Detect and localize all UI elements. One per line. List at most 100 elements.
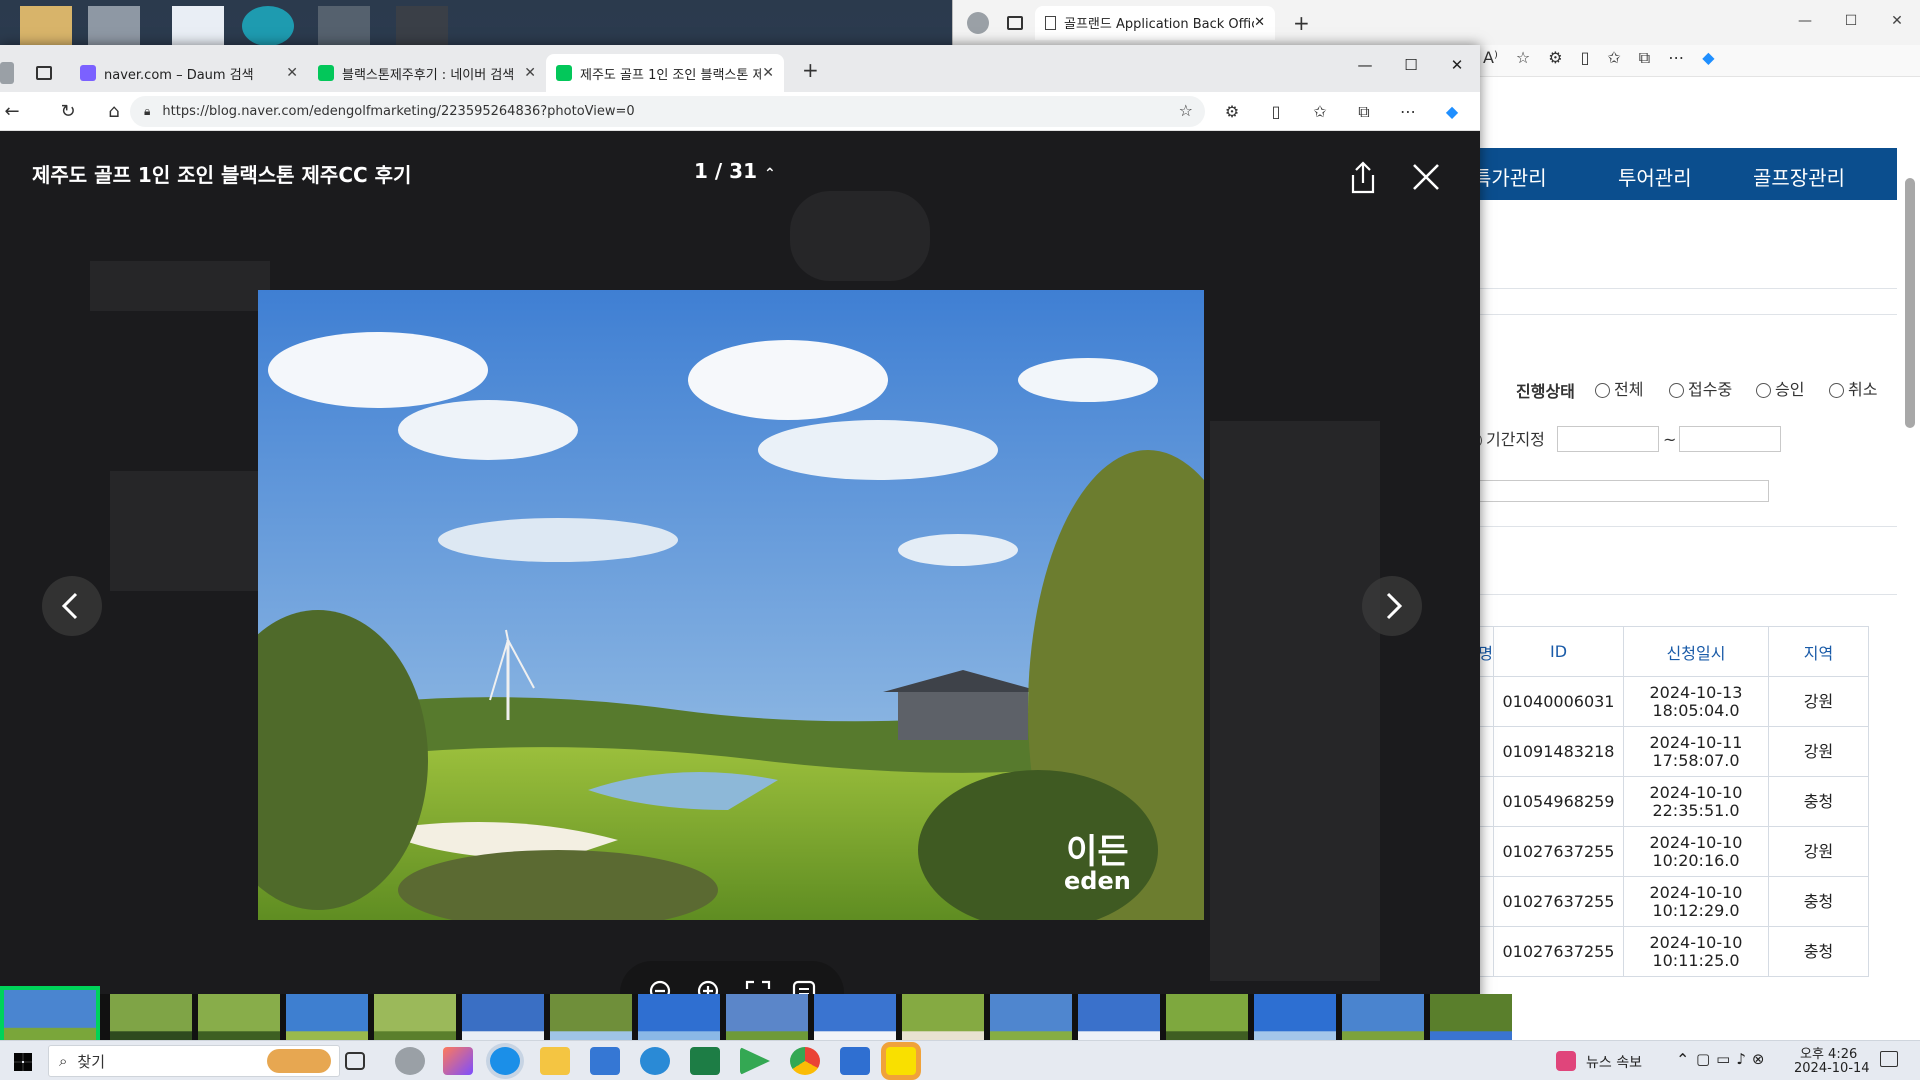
search-label: 찾기: [77, 1052, 106, 1071]
more-icon[interactable]: ⋯: [1668, 48, 1684, 68]
next-photo-button[interactable]: [1362, 576, 1422, 636]
tab-back-office[interactable]: 골프랜드 Application Back Office ✕: [1035, 5, 1275, 40]
notification-icon[interactable]: [1880, 1051, 1898, 1067]
close-tab-icon[interactable]: ✕: [524, 65, 536, 81]
close-button[interactable]: ✕: [1434, 45, 1480, 85]
minimize-button[interactable]: —: [1342, 45, 1388, 85]
nav-item-golf-course[interactable]: 골프장관리: [1753, 162, 1845, 191]
prev-photo-button[interactable]: [42, 576, 102, 636]
chevron-up-icon[interactable]: ⌃: [764, 166, 776, 182]
maximize-button[interactable]: ☐: [1828, 0, 1874, 45]
cell-region: 강원: [1768, 826, 1869, 877]
col-date: 신청일시: [1623, 626, 1769, 677]
windows-start-icon[interactable]: [14, 1053, 32, 1071]
tab-daum-search[interactable]: naver.com – Daum 검색 ✕: [70, 54, 308, 92]
read-aloud-icon[interactable]: A⁾: [1483, 48, 1498, 68]
back-arrow-icon[interactable]: ←: [0, 101, 32, 122]
new-tab-icon[interactable]: +: [802, 58, 819, 82]
more-icon[interactable]: ⋯: [1386, 102, 1430, 121]
table-row[interactable]: 은숙010276372552024-10-1010:11:25.0충청: [1433, 926, 1869, 977]
nav-item-tour[interactable]: 투어관리: [1618, 162, 1692, 191]
collections-icon[interactable]: ⧉: [1342, 102, 1386, 122]
chevron-right-icon: [1386, 592, 1403, 620]
copilot-taskbar-icon[interactable]: [443, 1047, 473, 1075]
desktop-icon-app[interactable]: [242, 6, 294, 46]
vertical-scrollbar[interactable]: [1905, 178, 1915, 428]
nav-item-special[interactable]: 특가관리: [1473, 162, 1547, 191]
extensions-icon[interactable]: ⚙: [1210, 102, 1254, 121]
status-option-all[interactable]: 전체: [1595, 376, 1643, 400]
cell-date: 2024-10-10 10:12:29.0: [1623, 876, 1769, 927]
mail-icon[interactable]: [840, 1047, 870, 1075]
excel-icon[interactable]: [690, 1047, 720, 1075]
col-id: ID: [1493, 626, 1624, 677]
table-row[interactable]: 동식010549682592024-10-1022:35:51.0충청: [1433, 776, 1869, 827]
period-end-input[interactable]: [1679, 426, 1781, 452]
desktop-icon-document[interactable]: [172, 6, 224, 46]
extensions-icon[interactable]: ⚙: [1548, 48, 1562, 68]
desktop-icon-window[interactable]: [396, 6, 448, 46]
close-tab-icon[interactable]: ✕: [286, 65, 298, 81]
tab-actions-icon[interactable]: [1007, 15, 1023, 30]
table-row[interactable]: 성수010914832182024-10-1117:58:07.0강원: [1433, 726, 1869, 777]
share-icon[interactable]: [1348, 161, 1378, 195]
tab-actions-icon[interactable]: [36, 66, 52, 80]
clock-time[interactable]: 오후 4:26: [1800, 1043, 1857, 1062]
edge-taskbar-icon[interactable]: [490, 1047, 520, 1075]
collections-icon[interactable]: ⧉: [1639, 48, 1650, 68]
cell-region: 강원: [1768, 726, 1869, 777]
photo-counter[interactable]: 1 / 31 ⌃: [694, 159, 776, 183]
favorites-icon[interactable]: ✩: [1607, 48, 1620, 68]
minimize-button[interactable]: —: [1782, 0, 1828, 45]
favorite-star-icon[interactable]: ☆: [1179, 101, 1193, 120]
ie-icon[interactable]: [640, 1047, 670, 1075]
store-icon[interactable]: [590, 1047, 620, 1075]
task-view-icon[interactable]: [345, 1052, 365, 1070]
system-tray-icons[interactable]: ▢▭♪⊗: [1696, 1050, 1771, 1068]
new-tab-icon[interactable]: +: [1293, 11, 1310, 35]
chevron-up-icon[interactable]: ⌃: [1676, 1050, 1689, 1069]
profile-icon[interactable]: [967, 11, 989, 34]
desktop-icon-folder[interactable]: [318, 6, 370, 46]
favorite-star-icon[interactable]: ☆: [1516, 48, 1530, 68]
close-tab-icon[interactable]: ✕: [1254, 15, 1265, 30]
table-row[interactable]: 은숙010276372552024-10-1010:12:29.0충청: [1433, 876, 1869, 927]
tab-blog-post[interactable]: 제주도 골프 1인 조인 블랙스톤 제 ✕: [546, 54, 784, 92]
table-row[interactable]: 은숙010276372552024-10-1010:20:16.0강원: [1433, 826, 1869, 877]
main-photo[interactable]: 이든 eden: [258, 290, 1204, 920]
copilot-icon[interactable]: ◆: [1702, 48, 1714, 68]
clock-date[interactable]: 2024-10-14: [1794, 1061, 1870, 1076]
keyword-input[interactable]: [1457, 480, 1769, 502]
play-store-icon[interactable]: [740, 1047, 770, 1075]
table-row[interactable]: 미선010400060312024-10-1318:05:04.0강원: [1433, 676, 1869, 727]
status-option-approved[interactable]: 승인: [1756, 376, 1804, 400]
file-explorer-icon[interactable]: [540, 1047, 570, 1075]
desktop-icon-computer[interactable]: [88, 6, 140, 46]
copilot-icon[interactable]: ◆: [1430, 102, 1474, 121]
status-option-received[interactable]: 접수중: [1669, 376, 1732, 400]
home-icon[interactable]: ⌂: [94, 101, 134, 122]
status-option-cancelled[interactable]: 취소: [1829, 376, 1877, 400]
maximize-button[interactable]: ☐: [1388, 45, 1434, 85]
close-tab-icon[interactable]: ✕: [762, 65, 774, 81]
kakaotalk-icon[interactable]: [886, 1047, 916, 1075]
address-bar[interactable]: 🔒︎ https://blog.naver.com/edengolfmarket…: [130, 96, 1205, 127]
news-label[interactable]: 뉴스 속보: [1586, 1052, 1642, 1072]
tab-naver-search[interactable]: 블랙스톤제주후기 : 네이버 검색 ✕: [308, 54, 546, 92]
favorites-icon[interactable]: ✩: [1298, 102, 1342, 121]
search-icon: ⌕: [59, 1052, 68, 1070]
close-button[interactable]: ✕: [1874, 0, 1920, 45]
split-screen-icon[interactable]: ▯: [1254, 102, 1298, 121]
profile-icon[interactable]: [0, 62, 14, 84]
desktop-icon-user[interactable]: [20, 6, 72, 46]
watermark-english: eden: [1064, 867, 1131, 895]
split-screen-icon[interactable]: ▯: [1581, 48, 1590, 68]
chrome-icon[interactable]: [790, 1047, 820, 1075]
news-icon[interactable]: [1556, 1051, 1576, 1071]
widgets-icon[interactable]: [395, 1047, 425, 1075]
period-start-input[interactable]: [1557, 426, 1659, 452]
cell-id: 01027637255: [1493, 926, 1624, 977]
refresh-icon[interactable]: ↻: [48, 101, 88, 122]
close-icon[interactable]: [1412, 163, 1440, 191]
taskbar-search[interactable]: ⌕ 찾기: [48, 1045, 340, 1077]
